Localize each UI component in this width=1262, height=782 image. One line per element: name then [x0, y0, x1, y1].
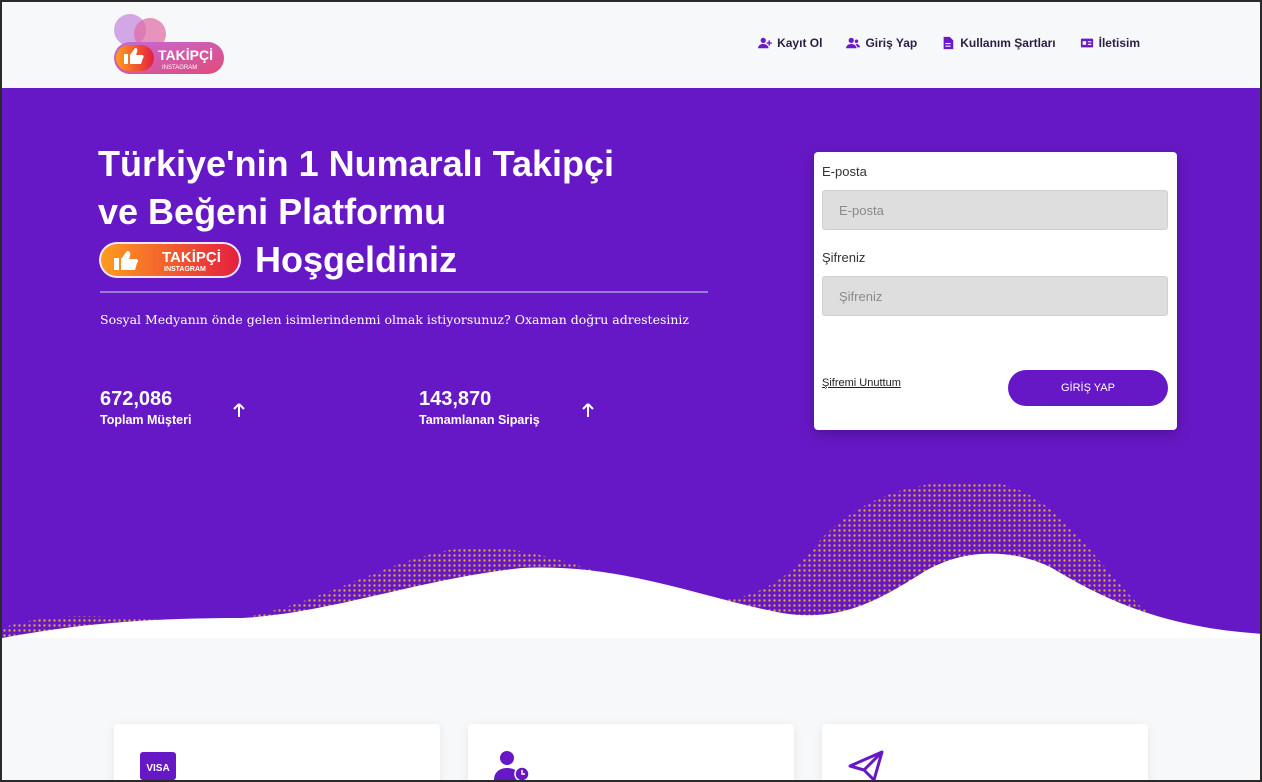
hero-title-line1: Türkiye'nin 1 Numaralı Takipçi — [98, 143, 615, 184]
nav-terms[interactable]: Kullanım Şartları — [941, 36, 1056, 50]
login-submit-button[interactable]: GİRİŞ YAP — [1008, 370, 1168, 406]
contact-card-icon — [1080, 38, 1093, 48]
hero-description: Sosyal Medyanın önde gelen isimlerindenm… — [100, 312, 690, 327]
nav-register[interactable]: Kayıt Ol — [758, 36, 822, 50]
password-label: Şifreniz — [822, 250, 866, 265]
stat-label: Toplam Müşteri — [100, 413, 192, 427]
stat-label: Tamamlanan Sipariş — [419, 413, 540, 427]
hero-divider — [100, 291, 708, 293]
feature-card-delivery — [822, 724, 1148, 780]
paper-plane-icon — [848, 750, 884, 780]
svg-text:VISA: VISA — [146, 763, 169, 774]
inline-logo-brand-text: TAKİPÇİ — [162, 249, 221, 266]
forgot-password-link[interactable]: Şifremi Unuttum — [822, 377, 901, 389]
inline-logo-sub-text: INSTAGRAM — [164, 266, 206, 273]
nav-register-label: Kayıt Ol — [777, 36, 823, 50]
stat-total-customers: 672,086 Toplam Müşteri — [100, 388, 245, 427]
nav-contact[interactable]: İletisim — [1080, 36, 1140, 50]
browser-frame: TAKİPÇİ INSTAGRAM Kayıt Ol Giriş Yap Kul… — [0, 0, 1262, 782]
nav-login[interactable]: Giriş Yap — [846, 36, 917, 50]
arrow-up-icon — [233, 403, 245, 417]
nav-login-label: Giriş Yap — [865, 36, 918, 50]
document-icon — [943, 36, 954, 50]
site-logo[interactable]: TAKİPÇİ INSTAGRAM — [112, 12, 227, 78]
logo-brand-text: TAKİPÇİ — [158, 47, 213, 63]
arrow-up-icon — [582, 403, 594, 417]
stat-value: 672,086 — [100, 388, 173, 410]
site-header: TAKİPÇİ INSTAGRAM Kayıt Ol Giriş Yap Kul… — [2, 2, 1260, 88]
users-icon — [846, 37, 861, 49]
nav-terms-label: Kullanım Şartları — [960, 36, 1056, 50]
feature-card-payment: VISA — [114, 724, 440, 780]
hero-waves — [2, 481, 1260, 638]
user-clock-icon — [494, 751, 530, 780]
email-field[interactable] — [822, 190, 1168, 230]
stat-completed-orders: 143,870 Tamamlanan Sipariş — [419, 388, 594, 427]
nav-contact-label: İletisim — [1098, 36, 1140, 50]
hero-section: Türkiye'nin 1 Numaralı Takipçi ve Beğeni… — [2, 88, 1260, 638]
hero-title-line3: Hoşgeldiniz — [255, 239, 458, 280]
login-form: E-posta Şifreniz Şifremi Unuttum GİRİŞ Y… — [814, 152, 1177, 430]
feature-card-support — [468, 724, 794, 780]
inline-brand-logo: TAKİPÇİ INSTAGRAM — [99, 242, 241, 278]
user-plus-icon — [758, 37, 772, 49]
hero-title-line2: ve Beğeni Platformu — [98, 191, 447, 232]
password-field[interactable] — [822, 276, 1168, 316]
main-nav: Kayıt Ol Giriş Yap Kullanım Şartları İle… — [758, 36, 1140, 50]
email-label: E-posta — [822, 164, 867, 179]
logo-sub-text: INSTAGRAM — [162, 65, 197, 71]
visa-card-icon: VISA — [140, 752, 176, 780]
hero-title: Türkiye'nin 1 Numaralı Takipçi ve Beğeni… — [98, 140, 718, 284]
stat-value: 143,870 — [419, 388, 492, 410]
